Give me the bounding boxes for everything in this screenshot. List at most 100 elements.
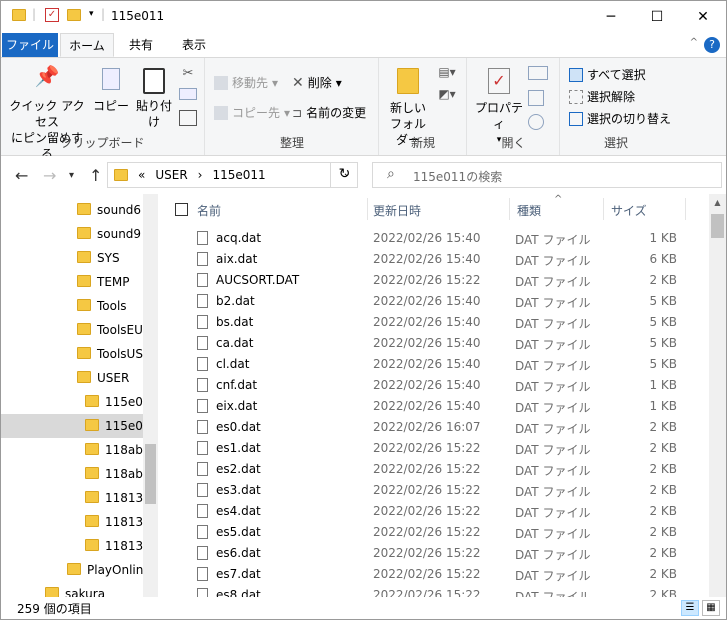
tree-item[interactable]: USER bbox=[1, 366, 159, 390]
file-icon bbox=[197, 315, 208, 329]
file-row[interactable]: es7.dat 2022/02/26 15:22 DAT ファイル 2 KB bbox=[159, 564, 709, 585]
tree-item[interactable]: 118abc bbox=[1, 438, 159, 462]
new-folder-icon[interactable] bbox=[67, 9, 81, 21]
search-icon: ⌕ bbox=[387, 166, 395, 182]
back-arrow-icon[interactable]: ← bbox=[15, 166, 28, 185]
file-scroll-thumb[interactable] bbox=[711, 214, 724, 238]
tree-item[interactable]: sound6 bbox=[1, 198, 159, 222]
column-size[interactable]: サイズ bbox=[611, 202, 647, 219]
column-separator[interactable] bbox=[509, 198, 510, 220]
easy-access-icon[interactable]: ◩▾ bbox=[436, 86, 458, 102]
file-row[interactable]: acq.dat 2022/02/26 15:40 DAT ファイル 1 KB bbox=[159, 228, 709, 249]
tab-view[interactable]: 表示 bbox=[170, 33, 218, 57]
cut-icon[interactable]: ✂ bbox=[179, 66, 197, 82]
tree-item[interactable]: 115e011 bbox=[1, 414, 158, 438]
paste-shortcut-icon[interactable] bbox=[179, 110, 197, 126]
select-none-button[interactable]: 選択解除 bbox=[569, 88, 635, 105]
tab-share[interactable]: 共有 bbox=[117, 33, 165, 57]
minimize-button[interactable]: ─ bbox=[588, 1, 634, 33]
column-date[interactable]: 更新日時 bbox=[373, 202, 421, 219]
file-row[interactable]: bs.dat 2022/02/26 15:40 DAT ファイル 5 KB bbox=[159, 312, 709, 333]
breadcrumb-user[interactable]: USER bbox=[155, 168, 187, 182]
details-view-icon[interactable]: ☰ bbox=[681, 600, 699, 616]
edit-icon[interactable] bbox=[528, 90, 544, 106]
file-list-scrollbar[interactable]: ▲ bbox=[709, 194, 726, 597]
file-row[interactable]: ca.dat 2022/02/26 15:40 DAT ファイル 5 KB bbox=[159, 333, 709, 354]
customize-qa-icon[interactable]: ▾ bbox=[89, 9, 94, 19]
nav-pane-scrollbar[interactable] bbox=[143, 194, 158, 597]
history-icon[interactable] bbox=[528, 114, 544, 130]
file-row[interactable]: es5.dat 2022/02/26 15:22 DAT ファイル 2 KB bbox=[159, 522, 709, 543]
tree-item[interactable]: ToolsEU bbox=[1, 318, 159, 342]
file-row[interactable]: b2.dat 2022/02/26 15:40 DAT ファイル 5 KB bbox=[159, 291, 709, 312]
new-item-icon[interactable]: ▤▾ bbox=[436, 64, 458, 80]
rename-button[interactable]: ⊐ 名前の変更 bbox=[292, 104, 366, 121]
help-icon[interactable]: ? bbox=[704, 37, 720, 53]
file-icon bbox=[197, 378, 208, 392]
breadcrumb-current[interactable]: 115e011 bbox=[212, 168, 265, 182]
file-row[interactable]: cl.dat 2022/02/26 15:40 DAT ファイル 5 KB bbox=[159, 354, 709, 375]
file-row[interactable]: es0.dat 2022/02/26 16:07 DAT ファイル 2 KB bbox=[159, 417, 709, 438]
move-to-button[interactable]: 移動先 ▾ bbox=[214, 74, 278, 91]
tree-item[interactable]: TEMP bbox=[1, 270, 159, 294]
column-separator[interactable] bbox=[685, 198, 686, 220]
invert-selection-button[interactable]: 選択の切り替え bbox=[569, 110, 671, 127]
tree-item-label: ToolsUS bbox=[97, 347, 143, 361]
copy-button[interactable]: コピー bbox=[93, 68, 129, 114]
delete-button[interactable]: ✕ 削除 ▾ bbox=[292, 74, 342, 91]
column-separator[interactable] bbox=[367, 198, 368, 220]
tree-item[interactable]: SYS bbox=[1, 246, 159, 270]
tree-item[interactable]: Tools bbox=[1, 294, 159, 318]
search-input[interactable]: 115e011の検索 bbox=[413, 168, 502, 185]
paste-button[interactable]: 貼り付け bbox=[131, 68, 177, 130]
address-bar[interactable]: « USER › 115e011 ⌄ bbox=[107, 162, 358, 188]
file-date: 2022/02/26 15:22 bbox=[373, 546, 481, 560]
file-row[interactable]: aix.dat 2022/02/26 15:40 DAT ファイル 6 KB bbox=[159, 249, 709, 270]
file-row[interactable]: AUCSORT.DAT 2022/02/26 15:22 DAT ファイル 2 KB bbox=[159, 270, 709, 291]
tree-item-label: ToolsEU bbox=[97, 323, 143, 337]
tree-item[interactable]: ToolsUS bbox=[1, 342, 159, 366]
file-row[interactable]: es1.dat 2022/02/26 15:22 DAT ファイル 2 KB bbox=[159, 438, 709, 459]
tab-home[interactable]: ホーム bbox=[60, 33, 114, 57]
up-arrow-icon[interactable]: ↑ bbox=[89, 166, 102, 185]
select-all-button[interactable]: すべて選択 bbox=[569, 66, 646, 83]
file-row[interactable]: cnf.dat 2022/02/26 15:40 DAT ファイル 1 KB bbox=[159, 375, 709, 396]
file-row[interactable]: es3.dat 2022/02/26 15:22 DAT ファイル 2 KB bbox=[159, 480, 709, 501]
breadcrumb-overflow[interactable]: « bbox=[138, 168, 145, 182]
file-row[interactable]: es2.dat 2022/02/26 15:22 DAT ファイル 2 KB bbox=[159, 459, 709, 480]
tree-item[interactable]: 118abc bbox=[1, 462, 159, 486]
tree-item[interactable]: 118137 bbox=[1, 534, 159, 558]
scroll-up-icon[interactable]: ▲ bbox=[709, 194, 726, 211]
file-row[interactable]: es8.dat 2022/02/26 15:22 DAT ファイル 2 KB bbox=[159, 585, 709, 597]
copy-to-button[interactable]: コピー先 ▾ bbox=[214, 104, 290, 121]
column-type[interactable]: 種類 bbox=[517, 202, 541, 219]
copy-path-icon[interactable] bbox=[179, 88, 197, 100]
tree-item[interactable]: 118136 bbox=[1, 510, 159, 534]
open-icon[interactable] bbox=[528, 66, 548, 80]
forward-arrow-icon[interactable]: → bbox=[43, 166, 56, 185]
file-row[interactable]: es6.dat 2022/02/26 15:22 DAT ファイル 2 KB bbox=[159, 543, 709, 564]
tab-file[interactable]: ファイル bbox=[2, 33, 58, 57]
column-separator[interactable] bbox=[603, 198, 604, 220]
maximize-button[interactable]: ☐ bbox=[634, 1, 680, 33]
file-row[interactable]: eix.dat 2022/02/26 15:40 DAT ファイル 1 KB bbox=[159, 396, 709, 417]
tree-item[interactable]: PlayOnline bbox=[1, 558, 159, 582]
tree-item[interactable]: sakura bbox=[1, 582, 159, 597]
refresh-icon[interactable]: ↻ bbox=[330, 162, 358, 188]
select-all-checkbox[interactable] bbox=[175, 203, 188, 216]
properties-check-icon[interactable]: ✓ bbox=[45, 8, 59, 22]
copy-to-label: コピー先 bbox=[232, 106, 281, 120]
large-icons-view-icon[interactable]: ▦ bbox=[702, 600, 720, 616]
new-folder-icon bbox=[386, 68, 430, 100]
tree-item[interactable]: 118136 bbox=[1, 486, 159, 510]
file-row[interactable]: es4.dat 2022/02/26 15:22 DAT ファイル 2 KB bbox=[159, 501, 709, 522]
chevron-up-icon[interactable]: ^ bbox=[690, 37, 698, 48]
recent-locations-icon[interactable]: ▾ bbox=[69, 170, 74, 181]
column-name[interactable]: 名前 bbox=[197, 202, 221, 219]
nav-scroll-thumb[interactable] bbox=[145, 444, 156, 504]
close-button[interactable]: ✕ bbox=[680, 1, 726, 33]
search-box[interactable]: ⌕ 115e011の検索 bbox=[372, 162, 722, 188]
tree-item[interactable]: 115e010 bbox=[1, 390, 159, 414]
breadcrumb-separator[interactable]: › bbox=[198, 168, 203, 182]
tree-item[interactable]: sound9 bbox=[1, 222, 159, 246]
